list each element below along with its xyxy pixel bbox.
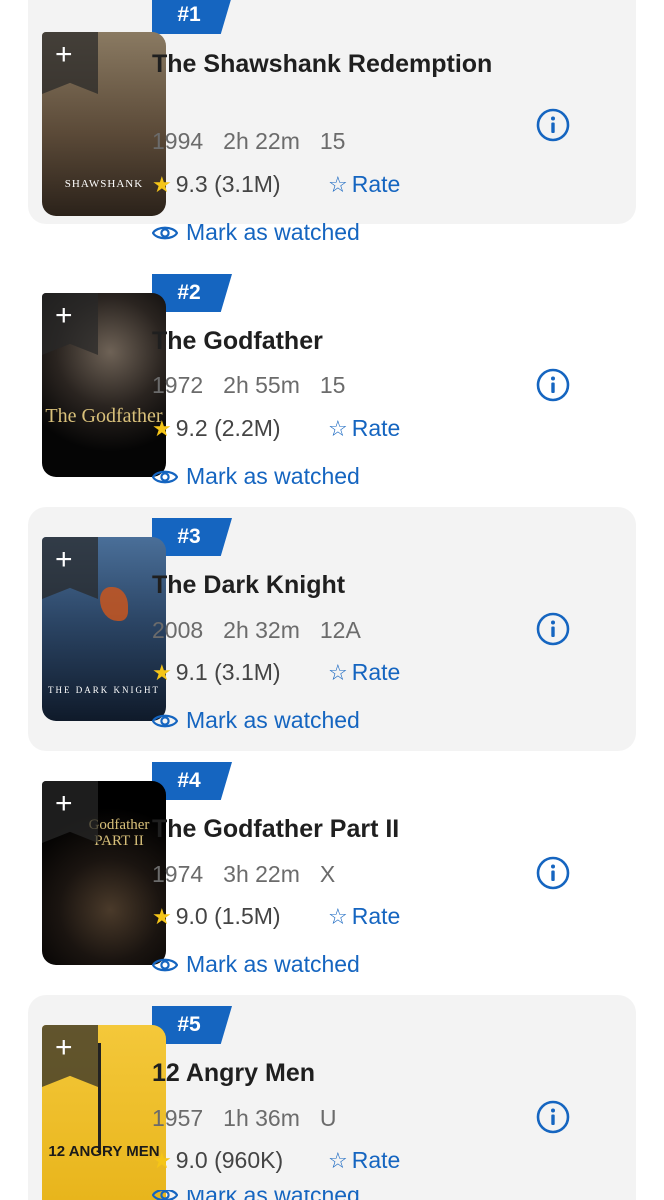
info-icon[interactable]: [536, 1100, 570, 1134]
add-to-watchlist-icon[interactable]: +: [55, 1033, 73, 1063]
add-to-watchlist-icon[interactable]: +: [55, 545, 73, 575]
movie-meta: 1974 3h 22m X: [152, 861, 355, 888]
rating-value: 9.0 (1.5M): [175, 903, 281, 929]
movie-certificate: X: [319, 861, 336, 887]
movie-year: 1972: [152, 372, 204, 398]
movie-title[interactable]: The Godfather Part II: [152, 813, 512, 846]
rate-button[interactable]: ☆ Rate: [328, 171, 400, 198]
imdb-rating: ★ 9.0 (960K): [152, 1147, 283, 1174]
movie-year: 1994: [152, 128, 204, 154]
eye-icon: [152, 714, 178, 727]
star-outline-icon: ☆: [328, 415, 348, 441]
star-outline-icon: ☆: [328, 903, 348, 929]
movie-year: 1957: [152, 1105, 204, 1131]
movie-meta: 2008 2h 32m 12A: [152, 617, 381, 644]
movie-year: 1974: [152, 861, 204, 887]
watched-label: Mark as watched: [186, 1190, 360, 1200]
mark-as-watched-button[interactable]: Mark as watched: [152, 707, 360, 734]
eye-icon: [152, 1190, 178, 1200]
add-to-watchlist-icon[interactable]: +: [55, 301, 73, 331]
add-to-watchlist-icon[interactable]: +: [55, 789, 73, 819]
poster-title: THE DARK KNIGHT: [48, 685, 160, 695]
star-icon: ★: [152, 171, 172, 197]
poster-title: The Godfather: [45, 405, 163, 427]
rate-label: Rate: [351, 1147, 401, 1173]
imdb-rating: ★ 9.2 (2.2M): [152, 415, 281, 442]
info-icon[interactable]: [536, 368, 570, 402]
imdb-rating: ★ 9.0 (1.5M): [152, 903, 281, 930]
mark-as-watched-button[interactable]: Mark as watched: [152, 951, 360, 978]
info-icon[interactable]: [536, 108, 570, 142]
poster-title: 12 ANGRY MEN: [48, 1143, 160, 1160]
movie-runtime: 3h 22m: [223, 861, 300, 887]
movie-certificate: U: [319, 1105, 337, 1131]
poster-title: SHAWSHANK: [64, 178, 144, 190]
movie-meta: 1994 2h 22m 15: [152, 128, 365, 155]
rate-button[interactable]: ☆ Rate: [328, 1147, 400, 1174]
eye-icon: [152, 470, 178, 483]
rank-badge: #1: [152, 0, 232, 34]
imdb-rating: ★ 9.3 (3.1M): [152, 171, 281, 198]
star-outline-icon: ☆: [328, 171, 348, 197]
movie-runtime: 2h 32m: [223, 617, 300, 643]
rate-button[interactable]: ☆ Rate: [328, 903, 400, 930]
mark-as-watched-button[interactable]: Mark as watched: [152, 1190, 360, 1200]
star-icon: ★: [152, 415, 172, 441]
movie-certificate: 15: [319, 372, 346, 398]
watched-label: Mark as watched: [186, 463, 360, 489]
watched-label: Mark as watched: [186, 951, 360, 977]
movie-runtime: 2h 55m: [223, 372, 300, 398]
movie-year: 2008: [152, 617, 204, 643]
mark-as-watched-button[interactable]: Mark as watched: [152, 463, 360, 490]
watched-label: Mark as watched: [186, 707, 360, 733]
mark-as-watched-button[interactable]: Mark as watched: [152, 219, 360, 246]
movie-certificate: 12A: [319, 617, 361, 643]
movie-certificate: 15: [319, 128, 346, 154]
eye-icon: [152, 958, 178, 971]
rating-value: 9.2 (2.2M): [175, 415, 281, 441]
rate-label: Rate: [351, 659, 401, 685]
star-icon: ★: [152, 903, 172, 929]
rate-button[interactable]: ☆ Rate: [328, 415, 400, 442]
star-icon: ★: [152, 1147, 172, 1173]
watched-label: Mark as watched: [186, 219, 360, 245]
poster-image[interactable]: Godfather PART II +: [42, 781, 166, 965]
rate-button[interactable]: ☆ Rate: [328, 659, 400, 686]
rating-value: 9.3 (3.1M): [175, 171, 281, 197]
star-outline-icon: ☆: [328, 1147, 348, 1173]
rate-label: Rate: [351, 903, 401, 929]
movie-title[interactable]: The Dark Knight: [152, 569, 512, 602]
movie-title[interactable]: 12 Angry Men: [152, 1057, 512, 1090]
rating-value: 9.0 (960K): [175, 1147, 284, 1173]
imdb-rating: ★ 9.1 (3.1M): [152, 659, 281, 686]
star-outline-icon: ☆: [328, 659, 348, 685]
movie-runtime: 2h 22m: [223, 128, 300, 154]
poster-image[interactable]: The Godfather +: [42, 293, 166, 477]
poster-image[interactable]: 12 ANGRY MEN +: [42, 1025, 166, 1200]
movie-title[interactable]: The Godfather: [152, 325, 512, 358]
eye-icon: [152, 226, 178, 239]
star-icon: ★: [152, 659, 172, 685]
poster-image[interactable]: SHAWSHANK +: [42, 32, 166, 216]
info-icon[interactable]: [536, 856, 570, 890]
rate-label: Rate: [351, 415, 401, 441]
movie-title[interactable]: The Shawshank Redemption: [152, 48, 512, 81]
movie-runtime: 1h 36m: [223, 1105, 300, 1131]
rating-value: 9.1 (3.1M): [175, 659, 281, 685]
poster-image[interactable]: THE DARK KNIGHT +: [42, 537, 166, 721]
add-to-watchlist-icon[interactable]: +: [55, 40, 73, 70]
rate-label: Rate: [351, 171, 401, 197]
movie-meta: 1957 1h 36m U: [152, 1105, 357, 1132]
info-icon[interactable]: [536, 612, 570, 646]
movie-meta: 1972 2h 55m 15: [152, 372, 365, 399]
